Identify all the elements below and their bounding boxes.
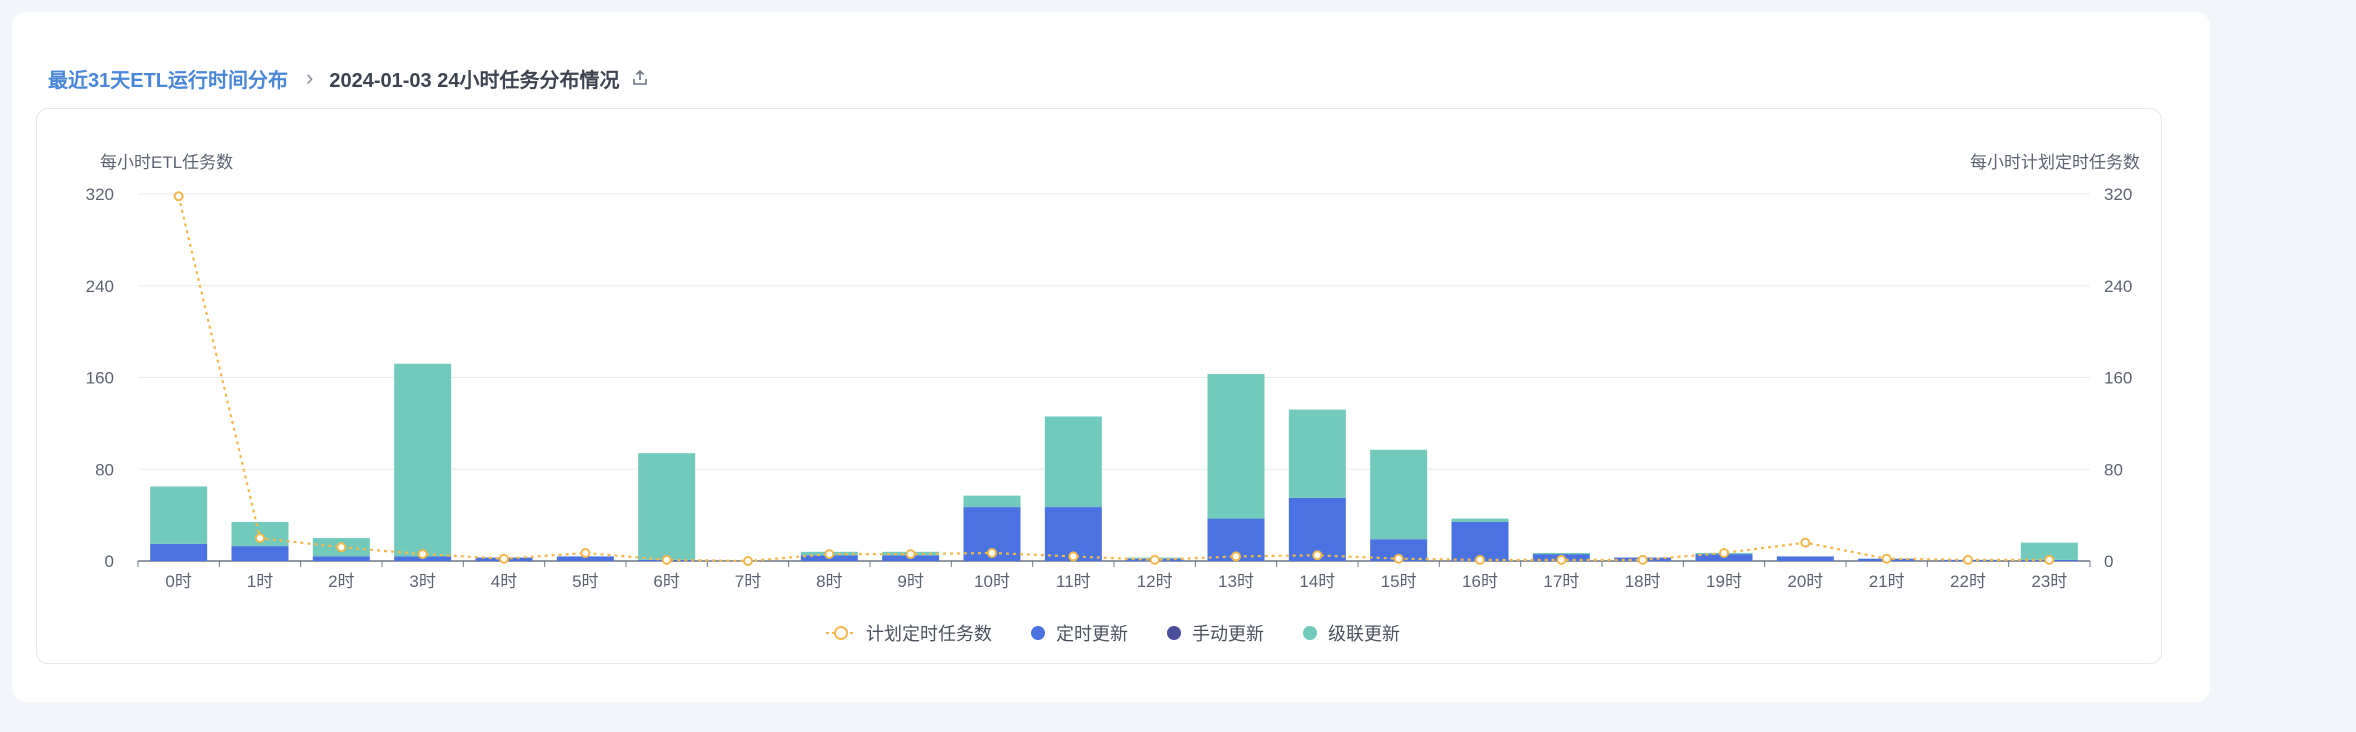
y-tick-label-left: 0 — [105, 552, 114, 571]
x-tick-label: 22时 — [1950, 572, 1986, 591]
x-tick-label: 14时 — [1299, 572, 1335, 591]
bar-cascade — [1207, 374, 1265, 519]
right-axis-title: 每小时计划定时任务数 — [1970, 153, 2140, 172]
bar-cascade — [394, 363, 452, 557]
plan-point — [580, 547, 591, 558]
legend-item-plan[interactable]: 计划定时任务数 — [826, 620, 992, 646]
legend-label-scheduled: 定时更新 — [1056, 624, 1128, 644]
plan-point — [1231, 551, 1241, 562]
x-tick-label: 6时 — [653, 572, 679, 591]
plan-point — [1719, 547, 1729, 558]
legend-label-cascade: 级联更新 — [1328, 624, 1400, 644]
circle-marker-icon — [1303, 626, 1317, 640]
y-tick-label-left: 160 — [86, 369, 114, 388]
x-tick-label: 0时 — [165, 572, 191, 591]
plan-point — [499, 553, 509, 564]
legend-label-manual: 手动更新 — [1192, 624, 1264, 644]
bar-cascade — [638, 453, 696, 560]
plan-point — [1149, 554, 1160, 565]
plan-point — [2044, 554, 2055, 565]
plan-point — [1312, 550, 1323, 561]
x-tick-label: 11时 — [1056, 572, 1091, 591]
x-tick-label: 19时 — [1706, 572, 1742, 591]
line-marker-icon — [826, 626, 856, 640]
bar-scheduled — [150, 543, 208, 561]
legend: 计划定时任务数 定时更新 手动更新 级联更新 — [826, 620, 1438, 646]
plan-point — [1963, 554, 1973, 565]
x-tick-label: 4时 — [491, 572, 517, 591]
x-tick-label: 21时 — [1869, 572, 1905, 591]
x-tick-label: 20时 — [1787, 572, 1823, 591]
left-axis-title: 每小时ETL任务数 — [100, 153, 234, 172]
bar-scheduled — [312, 556, 370, 561]
plan-point — [1068, 551, 1079, 562]
y-tick-label-right: 240 — [2104, 277, 2132, 296]
legend-label-plan: 计划定时任务数 — [866, 624, 992, 644]
y-tick-label-left: 320 — [86, 185, 114, 204]
bar-cascade — [1532, 552, 1590, 555]
plan-point — [743, 556, 753, 566]
plan-point — [1393, 553, 1404, 564]
y-tick-label-right: 160 — [2104, 369, 2132, 388]
y-tick-label-left: 80 — [95, 460, 114, 479]
circle-marker-icon — [1167, 626, 1181, 640]
x-tick-label: 5时 — [572, 572, 598, 591]
plan-point — [255, 533, 265, 544]
bar-cascade — [1288, 409, 1346, 498]
bar-cascade — [1451, 518, 1509, 523]
plan-point — [173, 191, 184, 202]
plan-point — [1800, 537, 1811, 548]
plan-point — [1475, 554, 1485, 565]
x-tick-label: 23时 — [2031, 572, 2067, 591]
x-tick-label: 13时 — [1218, 572, 1254, 591]
plan-line — [177, 196, 2050, 563]
y-tick-label-right: 0 — [2104, 552, 2113, 571]
plan-point — [905, 549, 916, 560]
bar-cascade — [150, 486, 208, 544]
bar-cascade — [963, 495, 1021, 508]
x-tick-label: 1时 — [247, 572, 273, 591]
bar-cascade — [1044, 416, 1102, 508]
x-tick-label: 15时 — [1381, 572, 1417, 591]
y-tick-label-right: 80 — [2104, 460, 2123, 479]
x-tick-label: 10时 — [974, 572, 1010, 591]
plan-point — [336, 542, 347, 553]
legend-item-scheduled[interactable]: 定时更新 — [1030, 620, 1128, 646]
x-tick-label: 2时 — [328, 572, 354, 591]
plan-point — [417, 549, 428, 560]
plan-point — [661, 554, 672, 565]
x-tick-label: 3时 — [409, 572, 435, 591]
bar-scheduled — [1776, 556, 1834, 561]
x-tick-label: 9时 — [897, 572, 923, 591]
x-tick-label: 7时 — [735, 572, 761, 591]
bar-cascade — [1370, 449, 1428, 540]
plan-point — [987, 547, 997, 558]
legend-item-cascade[interactable]: 级联更新 — [1302, 620, 1400, 646]
circle-marker-icon — [1031, 626, 1045, 640]
plan-point — [1881, 553, 1892, 564]
plan-point — [824, 549, 835, 560]
y-tick-label-right: 320 — [2104, 185, 2132, 204]
x-tick-label: 16时 — [1462, 572, 1498, 591]
bar-scheduled — [231, 546, 289, 561]
plan-point — [1556, 554, 1567, 565]
x-tick-label: 18时 — [1625, 572, 1661, 591]
x-tick-label: 8时 — [816, 572, 842, 591]
y-tick-label-left: 240 — [86, 277, 114, 296]
x-tick-label: 17时 — [1543, 572, 1579, 591]
plan-point — [1637, 554, 1648, 565]
x-tick-label: 12时 — [1137, 572, 1173, 591]
legend-item-manual[interactable]: 手动更新 — [1166, 620, 1264, 646]
